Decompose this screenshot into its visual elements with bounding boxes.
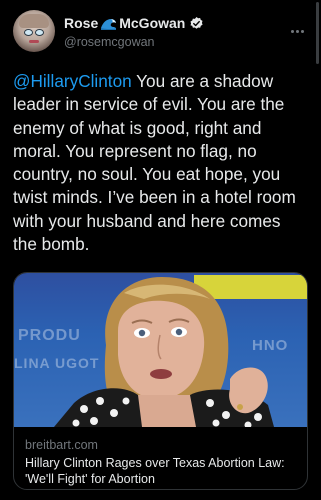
card-image[interactable]: PRODU LINA UGOT HNO — [14, 273, 307, 427]
card-title[interactable]: Hillary Clinton Rages over Texas Abortio… — [25, 455, 298, 487]
link-card[interactable]: PRODU LINA UGOT HNO breitbart.com Hillar… — [13, 272, 308, 490]
tweet-text: @HillaryClinton You are a shadow leader … — [13, 70, 309, 256]
more-options-icon[interactable] — [291, 20, 311, 33]
avatar-hair — [19, 14, 49, 28]
tweet-header: Rose McGowan @rosemcgowan — [0, 0, 321, 62]
card-meta[interactable]: breitbart.com Hillary Clinton Rages over… — [14, 427, 307, 489]
scrollbar[interactable] — [316, 2, 319, 64]
author-names[interactable]: Rose McGowan @rosemcgowan — [64, 15, 204, 50]
avatar-eye-left — [24, 29, 33, 36]
more-dot — [296, 30, 299, 33]
display-name-last[interactable]: McGowan — [119, 15, 185, 32]
photo-subject — [54, 277, 274, 427]
avatar-eye-right — [35, 29, 44, 36]
tweet-body: You are a shadow leader in service of ev… — [13, 71, 296, 255]
author-handle[interactable]: @rosemcgowan — [64, 34, 204, 50]
wave-emoji-icon — [100, 17, 117, 30]
mention-link[interactable]: @HillaryClinton — [13, 71, 132, 91]
avatar-mouth — [29, 40, 39, 43]
card-domain: breitbart.com — [25, 438, 98, 452]
display-name-first[interactable]: Rose — [64, 15, 98, 32]
more-dot — [301, 30, 304, 33]
more-dot — [291, 30, 294, 33]
avatar[interactable] — [13, 10, 55, 52]
display-name-row[interactable]: Rose McGowan — [64, 15, 204, 32]
verified-badge-icon — [189, 16, 204, 31]
